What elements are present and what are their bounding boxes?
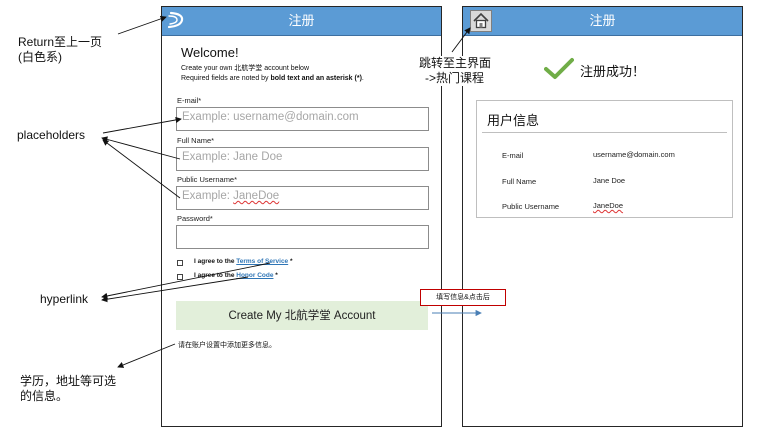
password-label: Password* bbox=[177, 214, 213, 223]
email-placeholder: Example: username@domain.com bbox=[182, 111, 359, 123]
password-field[interactable] bbox=[176, 225, 429, 249]
success-header: 注册 bbox=[463, 7, 742, 36]
success-title: 注册 bbox=[589, 13, 616, 28]
create-account-button[interactable]: Create My 北航学堂 Account bbox=[176, 301, 428, 330]
terms-of-service-link[interactable]: Terms of Service bbox=[236, 258, 288, 265]
home-annotation-line-1: 跳转至主界面 bbox=[419, 56, 492, 70]
tos-agree-text: I agree to the Terms of Service * bbox=[194, 258, 293, 265]
intro-line-2-suffix: . bbox=[361, 75, 364, 82]
intro-line-1: Create your own 北航学堂 account below bbox=[181, 65, 309, 72]
return-annotation-line-2: (白色系) bbox=[18, 50, 62, 64]
username-label: Public Username* bbox=[177, 175, 238, 184]
tos-prefix: I agree to the bbox=[194, 258, 237, 265]
email-label: E-mail* bbox=[177, 96, 202, 105]
username-field[interactable]: Example: JaneDoe bbox=[176, 186, 429, 210]
username-placeholder: Example: JaneDoe bbox=[182, 190, 279, 202]
honor-prefix: I agree to the bbox=[194, 272, 237, 279]
user-info-divider bbox=[482, 132, 727, 133]
home-annotation-line-2: ->热门课程 bbox=[425, 71, 485, 85]
info-value-username: JaneDoe bbox=[593, 201, 624, 210]
success-message: 注册成功！ bbox=[580, 64, 646, 79]
transition-note: 填写信息&点击后 bbox=[420, 289, 506, 306]
honor-agree-text: I agree to the Honor Code * bbox=[194, 272, 278, 279]
fullname-label: Full Name* bbox=[177, 136, 215, 145]
user-info-title: 用户信息 bbox=[487, 113, 540, 128]
home-annotation: 跳转至主界面 ->热门课程 bbox=[419, 56, 492, 86]
intro-line-2-bold: bold text and an asterisk (*) bbox=[270, 75, 362, 82]
info-value-fullname: Jane Doe bbox=[593, 176, 626, 185]
tos-checkbox[interactable] bbox=[177, 260, 183, 266]
arrow-return bbox=[117, 15, 167, 35]
optional-info-line-2: 的信息。 bbox=[20, 389, 69, 403]
register-screen: 注册 Welcome! Create your own 北航学堂 account… bbox=[161, 6, 442, 427]
register-header: 注册 bbox=[162, 7, 441, 36]
register-title: 注册 bbox=[288, 13, 315, 28]
tos-suffix: * bbox=[288, 258, 293, 265]
optional-info-line-1: 学历，地址等可选 bbox=[20, 374, 117, 388]
checkmark-icon bbox=[544, 57, 574, 81]
return-annotation: Return至上一页 (白色系) bbox=[18, 35, 102, 65]
username-placeholder-prefix: Example: bbox=[182, 190, 234, 202]
user-info-panel: 用户信息 E-mail username@domain.com Full Nam… bbox=[476, 100, 733, 218]
honor-suffix: * bbox=[273, 272, 278, 279]
intro-line-2-prefix: Required fields are noted by bbox=[181, 75, 271, 82]
success-screen: 注册 注册成功！ 用户信息 E-mail username@domain.com… bbox=[462, 6, 743, 427]
honor-code-link[interactable]: Honor Code bbox=[236, 272, 273, 279]
placeholders-annotation: placeholders bbox=[17, 128, 86, 142]
info-value-email: username@domain.com bbox=[593, 150, 675, 159]
fullname-field[interactable]: Example: Jane Doe bbox=[176, 147, 429, 171]
fullname-placeholder: Example: Jane Doe bbox=[182, 151, 283, 163]
optional-info-annotation: 学历，地址等可选 的信息。 bbox=[20, 374, 116, 404]
intro-line-2: Required fields are noted by bold text a… bbox=[181, 74, 364, 84]
more-info-note: 请在账户设置中添加更多信息。 bbox=[178, 342, 276, 349]
return-annotation-line-1: Return至上一页 bbox=[18, 35, 103, 49]
honor-checkbox[interactable] bbox=[177, 274, 183, 280]
hyperlink-annotation: hyperlink bbox=[40, 292, 89, 306]
info-label-username: Public Username bbox=[502, 202, 560, 211]
username-placeholder-name: JaneDoe bbox=[233, 190, 280, 202]
welcome-heading: Welcome! bbox=[181, 45, 239, 60]
info-label-email: E-mail bbox=[502, 151, 524, 160]
info-label-fullname: Full Name bbox=[502, 177, 537, 186]
email-field[interactable]: Example: username@domain.com bbox=[176, 107, 429, 131]
